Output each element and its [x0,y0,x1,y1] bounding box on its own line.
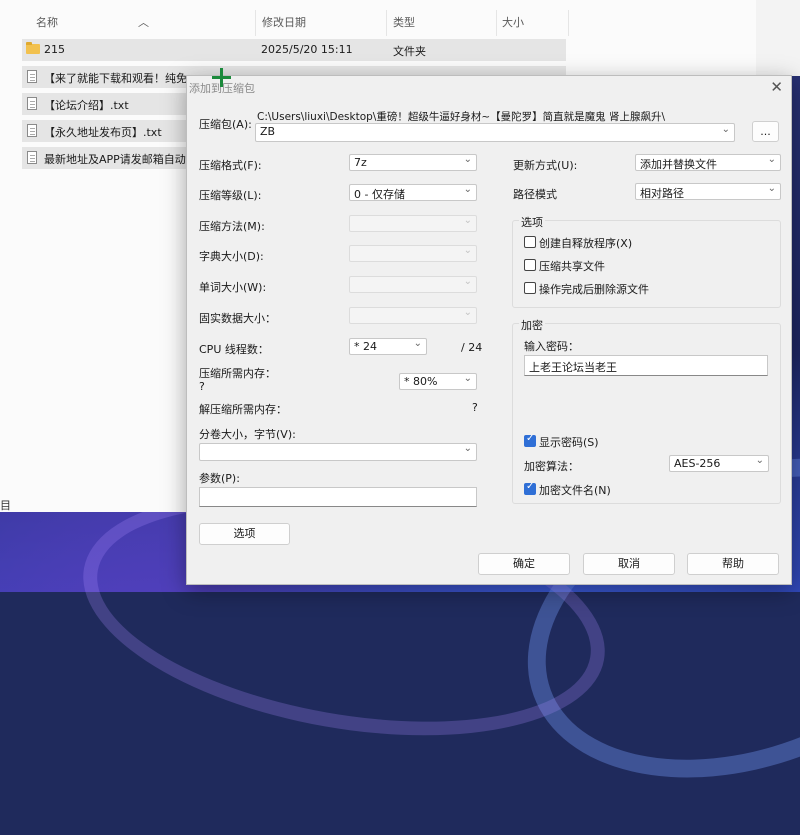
enc-method-select[interactable]: AES-256 ⌄ [669,455,769,472]
mem-compress-value: * 80% [404,375,438,388]
column-divider[interactable] [568,10,569,36]
delete-source-label[interactable]: 操作完成后删除源文件 [539,281,649,297]
ok-button[interactable]: 确定 [478,553,570,575]
browse-button[interactable]: ... [752,121,779,142]
file-row-folder[interactable]: 215 2025/5/20 15:11 文件夹 [22,39,566,61]
archive-name-combo[interactable]: ZB ⌄ [255,123,735,142]
column-divider[interactable] [496,10,497,36]
help-button[interactable]: 帮助 [687,553,779,575]
show-password-label[interactable]: 显示密码(S) [539,434,599,450]
threads-value: * 24 [354,340,377,353]
format-label: 压缩格式(F): [199,159,262,172]
column-name[interactable]: 名称 [36,14,58,30]
column-divider[interactable] [255,10,256,36]
pathmode-label: 路径模式 [513,188,557,201]
column-size[interactable]: 大小 [502,14,524,30]
method-select[interactable]: ⌄ [349,215,477,232]
chevron-down-icon: ⌄ [463,276,472,287]
text-file-icon [27,70,37,83]
update-select[interactable]: 添加并替换文件 ⌄ [635,154,781,171]
cancel-button[interactable]: 取消 [583,553,675,575]
level-value: 0 - 仅存储 [354,188,405,201]
close-icon[interactable]: ✕ [770,78,783,96]
chevron-down-icon: ⌄ [755,455,764,466]
mem-compress-select[interactable]: * 80% ⌄ [399,373,477,390]
enc-method-label: 加密算法： [524,460,579,473]
sfx-checkbox[interactable] [524,236,536,248]
level-select[interactable]: 0 - 仅存储 ⌄ [349,184,477,201]
solid-label: 固实数据大小： [199,312,276,325]
move-cursor-icon [212,68,231,87]
dict-label: 字典大小(D): [199,250,264,263]
chevron-down-icon: ⌄ [463,307,472,318]
solid-select[interactable]: ⌄ [349,307,477,324]
file-type: 文件夹 [393,45,426,58]
word-select[interactable]: ⌄ [349,276,477,293]
options-group-title: 选项 [519,214,545,230]
column-date[interactable]: 修改日期 [262,14,306,30]
shared-label[interactable]: 压缩共享文件 [539,258,605,274]
text-file-icon [27,151,37,164]
format-value: 7z [354,156,367,169]
shared-checkbox[interactable] [524,259,536,271]
update-label: 更新方式(U): [513,159,578,172]
column-header: 名称 ︿ 修改日期 类型 大小 [0,10,756,36]
chevron-down-icon: ⌄ [767,183,776,194]
encrypt-names-checkbox[interactable] [524,481,536,495]
enc-method-value: AES-256 [674,457,721,470]
sfx-label[interactable]: 创建自释放程序(X) [539,235,632,251]
mem-decompress-value: ? [472,401,478,414]
archive-name-value: ZB [260,125,276,138]
delete-source-checkbox[interactable] [524,282,536,294]
status-bar-text: 目 [0,499,11,512]
pathmode-select[interactable]: 相对路径 ⌄ [635,183,781,200]
volume-label: 分卷大小，字节(V): [199,428,296,441]
chevron-down-icon: ⌄ [721,124,730,135]
params-input[interactable] [199,487,477,507]
archive-path: C:\Users\liuxi\Desktop\重磅！超级牛逼好身材~【曼陀罗】简… [257,111,666,123]
method-label: 压缩方法(M): [199,220,265,233]
archive-label: 压缩包(A): [199,118,252,131]
chevron-down-icon: ⌄ [463,373,472,384]
threads-select[interactable]: * 24 ⌄ [349,338,427,355]
file-name: 215 [44,43,65,56]
password-label: 输入密码： [524,340,579,353]
encrypt-names-label[interactable]: 加密文件名(N) [539,482,611,498]
password-value: 上老王论坛当老王 [529,361,617,374]
word-label: 单词大小(W): [199,281,267,294]
chevron-down-icon: ⌄ [413,338,422,349]
mem-compress-size: ? [199,380,205,393]
chevron-down-icon: ⌄ [463,245,472,256]
mem-decompress-label: 解压缩所需内存： [199,403,287,416]
add-to-archive-dialog: 添加到压缩包 ✕ 压缩包(A): C:\Users\liuxi\Desktop\… [186,75,792,585]
pathmode-value: 相对路径 [640,187,684,200]
level-label: 压缩等级(L): [199,189,262,202]
dict-select[interactable]: ⌄ [349,245,477,262]
sort-ascending-icon: ︿ [138,16,149,29]
text-file-icon [27,97,37,110]
threads-max: / 24 [461,341,483,354]
encryption-group-title: 加密 [519,317,545,333]
column-type[interactable]: 类型 [393,14,415,30]
file-date: 2025/5/20 15:11 [261,43,353,56]
chevron-down-icon: ⌄ [767,154,776,165]
dialog-titlebar[interactable]: 添加到压缩包 ✕ [187,76,791,98]
format-select[interactable]: 7z ⌄ [349,154,477,171]
threads-label: CPU 线程数： [199,343,269,356]
volume-combo[interactable]: ⌄ [199,443,477,461]
chevron-down-icon: ⌄ [463,215,472,226]
mem-compress-label: 压缩所需内存： [199,367,276,380]
text-file-icon [27,124,37,137]
explorer-window-edge [756,0,800,76]
chevron-down-icon: ⌄ [463,154,472,165]
show-password-checkbox[interactable] [524,433,536,447]
folder-icon [26,42,40,54]
password-input[interactable]: 上老王论坛当老王 [524,355,768,376]
column-divider[interactable] [386,10,387,36]
chevron-down-icon: ⌄ [463,184,472,195]
chevron-down-icon: ⌄ [463,443,472,454]
options-button[interactable]: 选项 [199,523,290,545]
update-value: 添加并替换文件 [640,158,717,171]
params-label: 参数(P): [199,472,240,485]
